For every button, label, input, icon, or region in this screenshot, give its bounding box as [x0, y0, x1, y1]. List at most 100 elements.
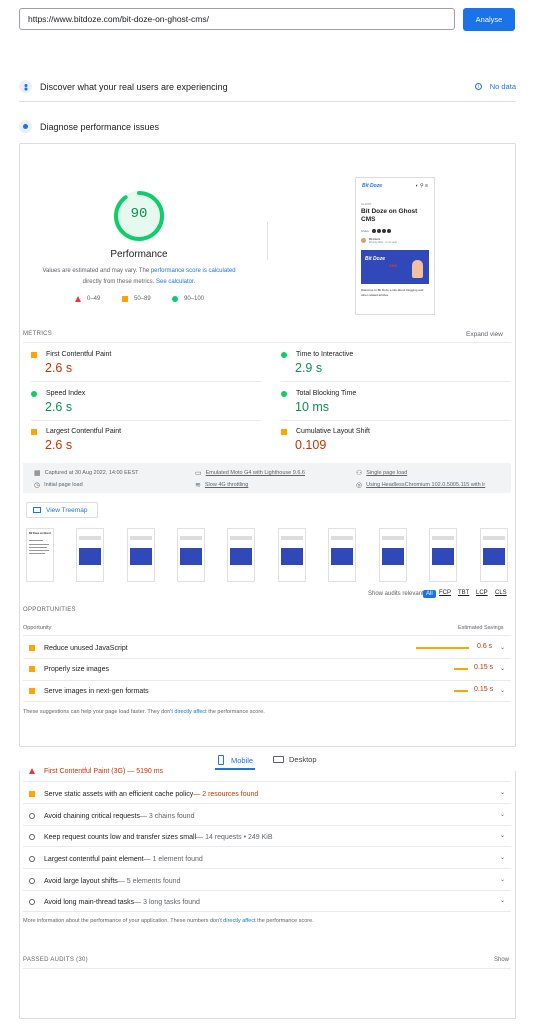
- see-calculator-link[interactable]: See calculator.: [156, 279, 195, 285]
- filmstrip-frame: [480, 528, 508, 582]
- square-icon: [29, 791, 35, 797]
- url-input[interactable]: https://www.bitdoze.com/bit-doze-on-ghos…: [19, 8, 455, 30]
- preview-title: Bit Doze on Ghost CMS: [361, 208, 418, 223]
- divider: [281, 420, 511, 421]
- filter-cls[interactable]: CLS: [495, 590, 507, 596]
- view-treemap-button[interactable]: View Treemap: [26, 502, 98, 518]
- diagnostic-item[interactable]: Avoid chaining critical requests — 3 cha…: [29, 810, 509, 822]
- savings-value: 0.6 s: [477, 643, 493, 650]
- circle-icon: [172, 296, 178, 302]
- wifi-icon: ≋: [195, 482, 201, 489]
- circle-outline-icon: [29, 834, 35, 840]
- diagnostic-item[interactable]: Avoid large layout shifts — 5 elements f…: [29, 875, 509, 887]
- square-icon: [29, 666, 35, 672]
- metric-si: Speed Index 2.6 s: [31, 390, 251, 414]
- metric-cls: Cumulative Layout Shift 0.109: [281, 428, 501, 452]
- diagnostic-item[interactable]: Largest contentful paint element — 1 ele…: [29, 853, 509, 865]
- filter-fcp[interactable]: FCP: [439, 590, 451, 596]
- divider: [23, 825, 511, 826]
- score-calc-link[interactable]: performance score is calculated: [151, 268, 236, 274]
- preview-nav-icons: ◐ ⚲ ≡: [415, 183, 428, 189]
- circle-outline-icon: [29, 856, 35, 862]
- diagnostic-item[interactable]: Avoid long main-thread tasks — 3 long ta…: [29, 896, 509, 908]
- chevron-down-icon[interactable]: ⌄: [500, 854, 505, 861]
- preview-hero-image: Bit Doze CMS: [361, 250, 429, 284]
- chevron-down-icon[interactable]: ⌄: [500, 789, 505, 796]
- square-icon: [281, 428, 287, 435]
- filter-all[interactable]: All: [423, 590, 436, 598]
- captured-info: ▦ Captured at 30 Aug 2022, 14:00 EEST: [34, 470, 139, 477]
- timer-icon: ◷: [34, 482, 41, 489]
- divider: [23, 803, 511, 804]
- lab-icon: [19, 120, 32, 133]
- divider: [23, 781, 511, 782]
- chevron-down-icon[interactable]: ⌄: [500, 897, 505, 904]
- chevron-down-icon[interactable]: ⌄: [500, 644, 505, 651]
- savings-bar: [416, 647, 469, 649]
- directly-affect-link[interactable]: directly affect: [174, 709, 206, 715]
- divider: [23, 680, 511, 681]
- divider: [23, 890, 511, 891]
- metric-tbt: Total Blocking Time 10 ms: [281, 390, 501, 414]
- opportunity-column: Opportunity: [23, 625, 52, 631]
- diagnostic-item[interactable]: Keep request counts low and transfer siz…: [29, 831, 509, 843]
- expand-view-toggle[interactable]: Expand view: [466, 331, 503, 338]
- treemap-icon: [33, 507, 41, 513]
- divider: [19, 101, 516, 102]
- circle-outline-icon: [29, 878, 35, 884]
- triangle-icon: [75, 296, 81, 302]
- divider: [23, 868, 511, 869]
- metric-tti: Time to Interactive 2.9 s: [281, 351, 501, 375]
- show-passed-toggle[interactable]: Show: [494, 957, 509, 963]
- initial-load-info: ◷ Initial page load: [34, 482, 83, 489]
- diagnostics-footnote: More information about the performance o…: [23, 918, 314, 924]
- divider: [23, 968, 511, 969]
- filmstrip-frame: [127, 528, 155, 582]
- device-info[interactable]: ▭ Emulated Moto G4 with Lighthouse 9.6.6: [195, 469, 305, 477]
- info-icon[interactable]: i: [474, 83, 482, 90]
- tab-bar-overlay: [0, 747, 557, 771]
- opportunity-item[interactable]: Properly size images: [29, 663, 509, 675]
- divider: [23, 846, 511, 847]
- circle-icon: [281, 351, 287, 358]
- diagnostic-item[interactable]: Serve static assets with an efficient ca…: [29, 788, 509, 800]
- performance-label: Performance: [110, 249, 168, 260]
- divider: [23, 911, 511, 912]
- preview-brand: Bit Doze: [362, 183, 382, 189]
- lab-data-title: Diagnose performance issues: [40, 121, 160, 132]
- score-value: 90: [130, 206, 148, 222]
- filmstrip-frame: [76, 528, 104, 582]
- legend-average: 50–89: [122, 296, 151, 302]
- chevron-down-icon[interactable]: ⌄: [500, 876, 505, 883]
- square-icon: [31, 428, 37, 435]
- opportunity-item[interactable]: Serve images in next-gen formats: [29, 685, 509, 697]
- divider: [31, 381, 261, 382]
- avatar: [361, 238, 366, 243]
- device-icon: ▭: [195, 470, 202, 477]
- savings-bar: [454, 668, 468, 670]
- chevron-down-icon[interactable]: ⌄: [500, 811, 505, 818]
- chevron-down-icon[interactable]: ⌄: [500, 687, 505, 694]
- filter-lcp[interactable]: LCP: [476, 590, 488, 596]
- preview-meta: 28 Aug 2022 · 3 min read: [369, 241, 398, 244]
- directly-affect-link[interactable]: directly affect: [223, 918, 255, 924]
- chevron-down-icon[interactable]: ⌄: [500, 665, 505, 672]
- filter-tbt[interactable]: TBT: [458, 590, 469, 596]
- no-data-label: No data: [489, 82, 516, 91]
- savings-value: 0.15 s: [474, 686, 494, 693]
- calendar-icon: ▦: [34, 470, 41, 477]
- divider: [23, 658, 511, 659]
- square-icon: [31, 351, 37, 358]
- metric-fcp: First Contentful Paint 2.6 s: [31, 351, 251, 375]
- score-note: Values are estimated and may vary. The p…: [42, 268, 236, 285]
- circle-outline-icon: [29, 899, 35, 905]
- divider: [281, 381, 511, 382]
- throttle-info[interactable]: ≋ Slow 4G throttling: [195, 481, 248, 489]
- analyse-button[interactable]: Analyse: [463, 8, 515, 31]
- filmstrip-frame: [177, 528, 205, 582]
- session-info[interactable]: ⚇ Single page load: [356, 469, 407, 477]
- browser-info[interactable]: ◎ Using HeadlessChromium 102.0.5005.115 w…: [356, 481, 485, 489]
- preview-share: Share: [361, 229, 370, 233]
- field-data-title: Discover what your real users are experi…: [40, 81, 228, 92]
- chevron-down-icon[interactable]: ⌄: [500, 832, 505, 839]
